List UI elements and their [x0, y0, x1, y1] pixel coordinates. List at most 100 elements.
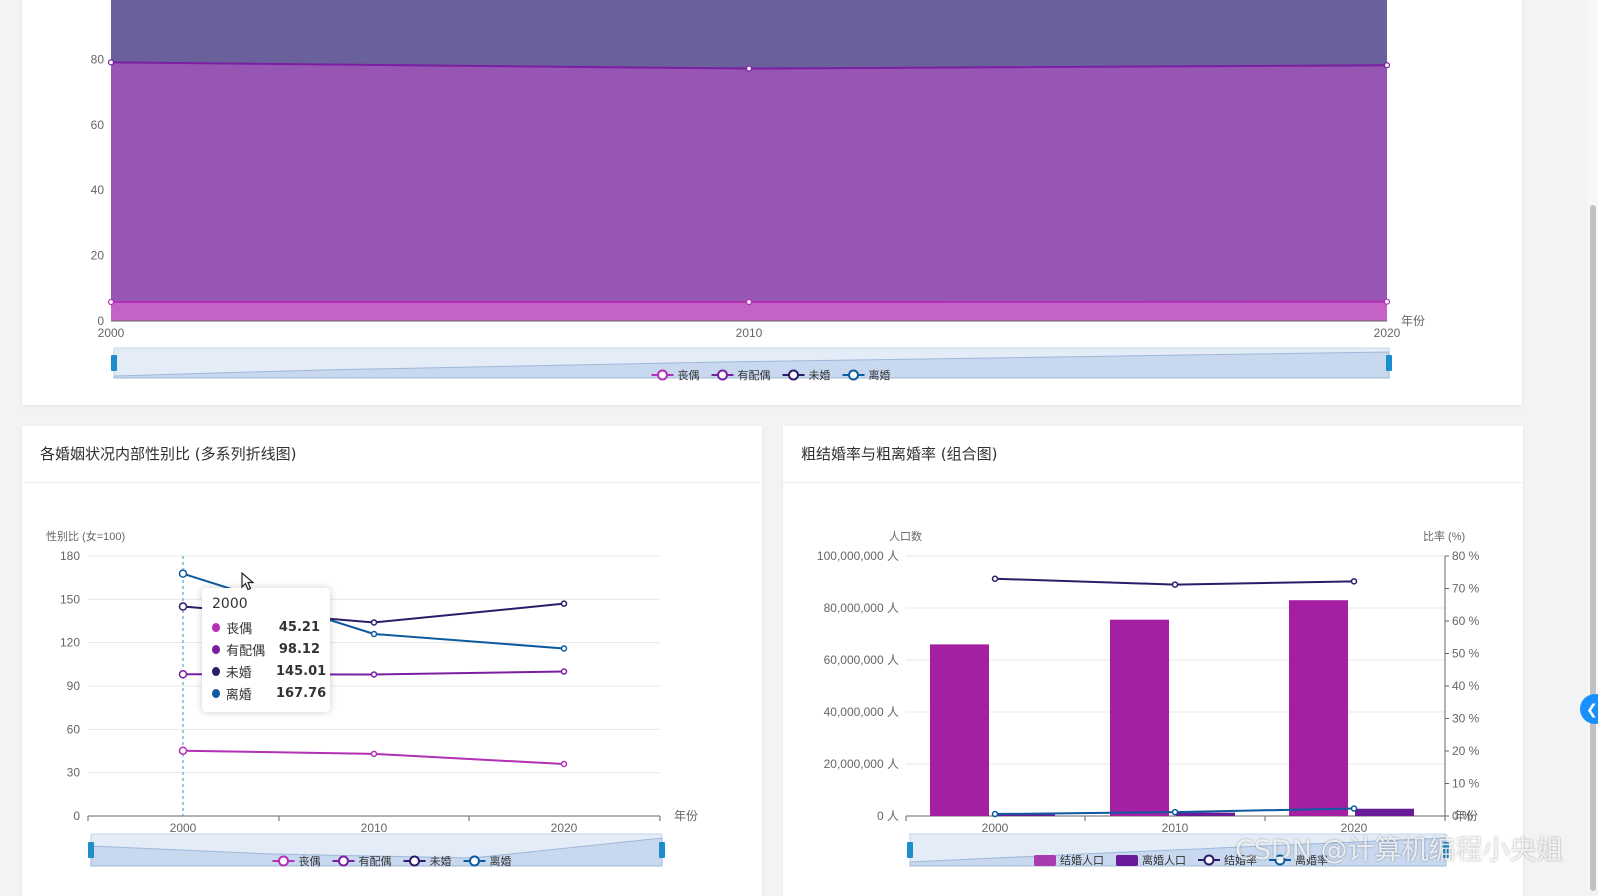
area-series-1	[111, 62, 1387, 302]
top-area-chart-card: 020406080200020102020年份丧偶有配偶未婚离婚	[22, 0, 1522, 405]
y-tick-label: 180	[60, 549, 80, 563]
x-tick-label: 2000	[98, 326, 125, 340]
tooltip-series-value: 145.01	[276, 664, 320, 679]
y-tick-label: 150	[60, 592, 80, 606]
right-tick-label: 70 %	[1452, 582, 1480, 596]
legend-marker	[410, 857, 419, 866]
tooltip-series-name: 未婚	[226, 662, 276, 681]
line-point	[180, 747, 187, 754]
right-tick-label: 40 %	[1452, 679, 1480, 693]
left-tick-label: 20,000,000 人	[824, 757, 899, 771]
tooltip-series-name: 丧偶	[226, 618, 279, 637]
legend-label: 未婚	[809, 368, 831, 382]
line-point	[562, 646, 567, 651]
left-tick-label: 60,000,000 人	[824, 653, 899, 667]
legend-label: 离婚	[869, 368, 891, 382]
scrollbar-thumb[interactable]	[1590, 205, 1596, 891]
y-tick-label: 80	[91, 52, 105, 66]
x-axis-name: 年份	[1454, 809, 1478, 823]
left-axis-name: 人口数	[889, 530, 922, 543]
x-axis-name: 年份	[1401, 314, 1425, 328]
data-zoom-handle-left	[88, 842, 94, 858]
left-tick-label: 0 人	[877, 809, 899, 823]
area-point	[747, 66, 752, 71]
y-tick-label: 60	[91, 118, 105, 132]
data-zoom-handle-left	[907, 842, 913, 858]
bar-marriage	[1110, 620, 1169, 816]
right-tick-label: 50 %	[1452, 647, 1480, 661]
tooltip-series-value: 45.21	[279, 620, 320, 635]
line-point	[180, 570, 187, 577]
y-tick-label: 60	[67, 722, 81, 736]
data-zoom-handle-right	[659, 842, 665, 858]
rate-point	[993, 576, 998, 581]
mouse-cursor-icon	[241, 572, 255, 592]
area-point	[109, 60, 114, 65]
data-zoom-handle-left	[111, 355, 117, 371]
x-tick-label: 2010	[1162, 821, 1189, 835]
legend-marker	[849, 371, 858, 380]
line-point	[372, 672, 377, 677]
chevron-left-icon[interactable]: ❮	[1580, 694, 1598, 724]
tooltip-dot	[212, 623, 220, 632]
legend-label: 离婚	[490, 854, 512, 868]
line-point	[372, 620, 377, 625]
tooltip-series-name: 离婚	[226, 684, 276, 703]
right-tick-label: 10 %	[1452, 777, 1480, 791]
page-scrollbar[interactable]	[1588, 0, 1598, 891]
rate-point	[1173, 810, 1178, 815]
legend-label: 结婚人口	[1060, 853, 1104, 867]
bar-marriage	[930, 644, 989, 816]
chart-tooltip: 2000 丧偶 45.21 有配偶 98.12 未婚 145.01 离婚 167…	[202, 588, 330, 712]
stacked-area-chart: 020406080200020102020年份丧偶有配偶未婚离婚	[22, 0, 1522, 405]
x-tick-label: 2020	[551, 821, 578, 835]
tooltip-dot	[212, 667, 220, 676]
rate-point	[993, 812, 998, 817]
data-zoom-handle-right	[1386, 355, 1392, 371]
y-tick-label: 120	[60, 636, 80, 650]
tooltip-row: 离婚 167.76	[212, 682, 320, 704]
left-tick-label: 80,000,000 人	[824, 601, 899, 615]
line-point	[562, 601, 567, 606]
legend-label: 离婚人口	[1142, 853, 1186, 867]
rate-point	[1352, 579, 1357, 584]
bar-divorce	[1355, 809, 1414, 816]
line-point	[562, 669, 567, 674]
y-tick-label: 20	[91, 249, 105, 263]
sex-ratio-line-chart: 性别比 (女=100)0306090120150180200020102020年…	[22, 426, 762, 896]
legend-marker	[658, 371, 667, 380]
legend-marker	[339, 857, 348, 866]
area-point	[1385, 299, 1390, 304]
tooltip-series-value: 167.76	[276, 686, 320, 701]
left-tick-label: 40,000,000 人	[824, 705, 899, 719]
line-point	[180, 603, 187, 610]
tooltip-series-value: 98.12	[279, 642, 320, 657]
x-tick-label: 2010	[736, 326, 763, 340]
x-tick-label: 2010	[361, 821, 388, 835]
watermark-text: CSDN @计算机编程小央姐	[1235, 828, 1564, 867]
x-axis-name: 年份	[674, 809, 698, 823]
right-tick-label: 60 %	[1452, 614, 1480, 628]
x-tick-label: 2000	[170, 821, 197, 835]
legend-swatch	[1034, 855, 1056, 866]
legend-marker	[1205, 856, 1214, 865]
y-tick-label: 0	[73, 809, 80, 823]
legend-label: 丧偶	[299, 855, 321, 868]
tooltip-row: 未婚 145.01	[212, 660, 320, 682]
line-point	[372, 632, 377, 637]
rate-point	[1352, 806, 1357, 811]
legend-marker	[789, 371, 798, 380]
left-tick-label: 100,000,000 人	[817, 549, 899, 563]
x-tick-label: 2000	[982, 821, 1009, 835]
tooltip-row: 有配偶 98.12	[212, 638, 320, 660]
right-tick-label: 30 %	[1452, 712, 1480, 726]
legend-marker	[470, 857, 479, 866]
tooltip-row: 丧偶 45.21	[212, 616, 320, 638]
bar-marriage	[1289, 600, 1348, 816]
marriage-rate-card: 粗结婚率与粗离婚率 (组合图) 人口数比率 (%)0 人20,000,000 人…	[783, 426, 1523, 896]
sex-ratio-card: 各婚姻状况内部性别比 (多系列折线图) 性别比 (女=100)030609012…	[22, 426, 762, 896]
legend-marker	[718, 371, 727, 380]
legend-marker	[279, 857, 288, 866]
tooltip-title: 2000	[212, 596, 320, 612]
y-tick-label: 90	[67, 679, 81, 693]
